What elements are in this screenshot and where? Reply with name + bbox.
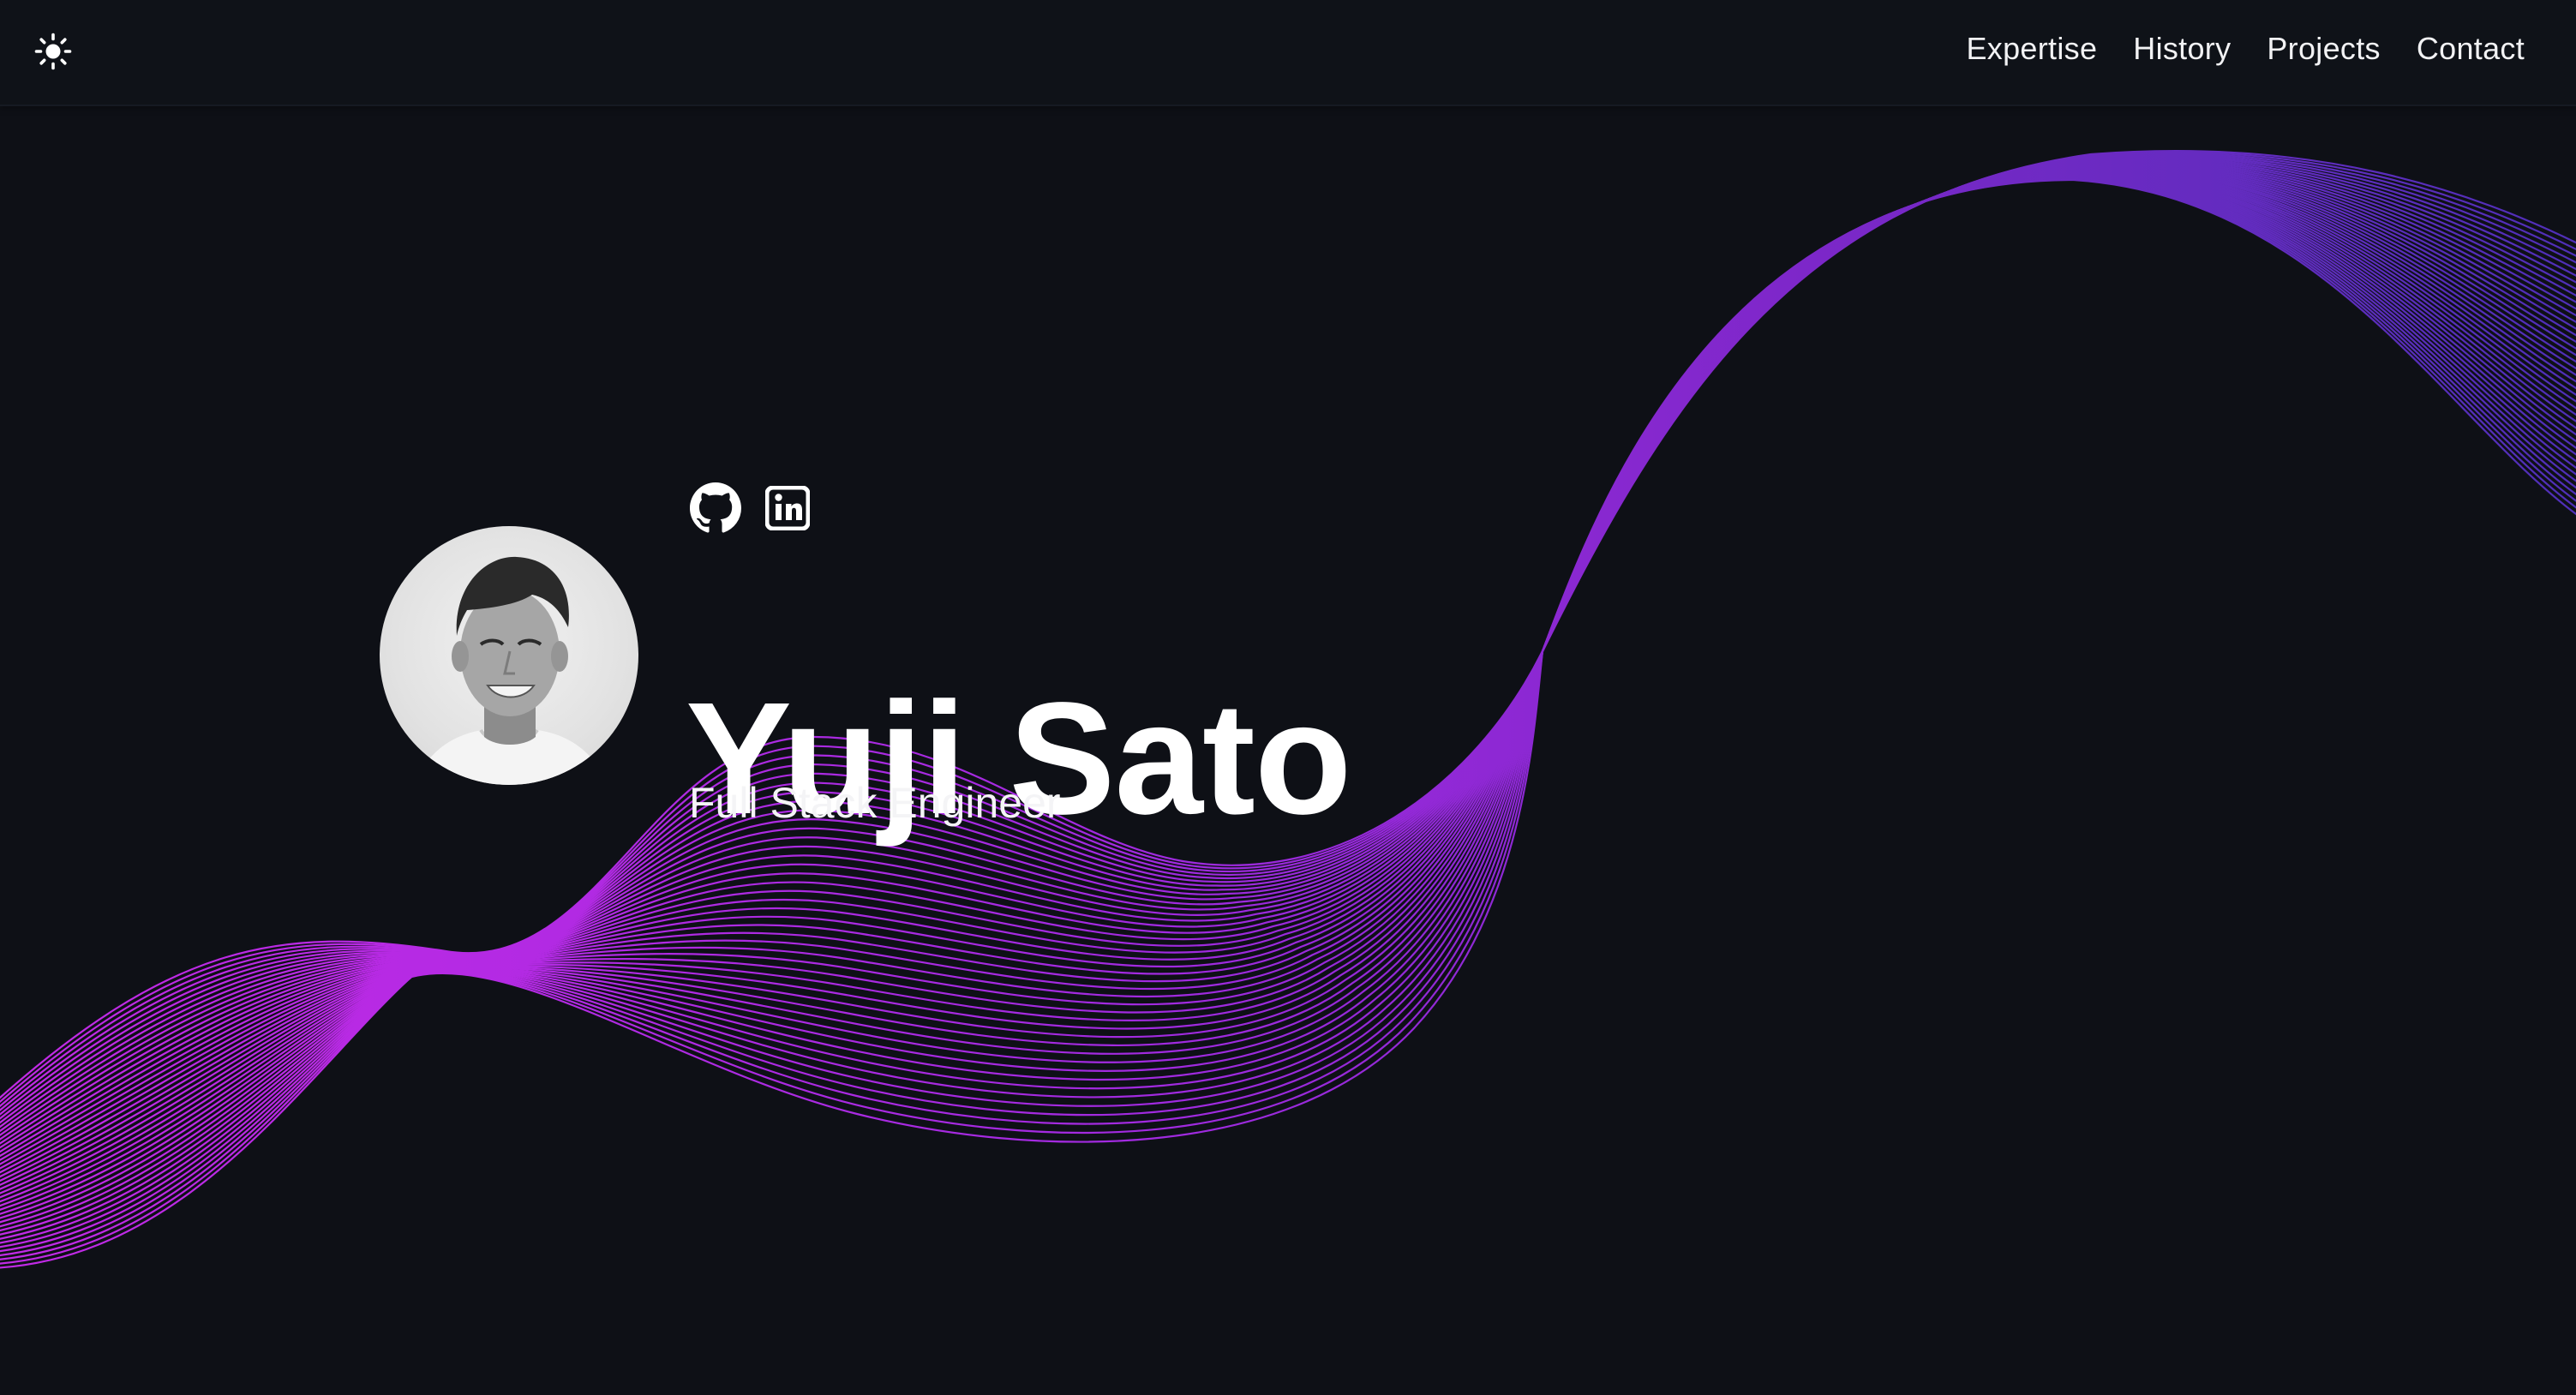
nav-link-expertise[interactable]: Expertise bbox=[1967, 31, 2098, 67]
profile-avatar bbox=[380, 526, 638, 785]
hero-job-title: Full Stack Engineer bbox=[689, 779, 1061, 827]
nav-link-projects[interactable]: Projects bbox=[2267, 31, 2380, 67]
github-link[interactable] bbox=[689, 482, 742, 535]
nav-link-contact[interactable]: Contact bbox=[2417, 31, 2525, 67]
linkedin-icon bbox=[765, 486, 810, 530]
github-icon bbox=[690, 482, 741, 533]
hero-section: Yuji Sato Full Stack Engineer bbox=[0, 0, 2576, 1395]
social-links bbox=[689, 482, 814, 535]
page: Expertise History Projects Contact Yuji … bbox=[0, 0, 2576, 1395]
theme-toggle-button[interactable] bbox=[27, 26, 79, 77]
top-navigation-bar: Expertise History Projects Contact bbox=[0, 0, 2576, 106]
linkedin-link[interactable] bbox=[761, 482, 814, 535]
main-nav: Expertise History Projects Contact bbox=[1967, 0, 2525, 98]
sun-icon bbox=[34, 33, 72, 70]
profile-photo bbox=[414, 556, 608, 785]
nav-link-history[interactable]: History bbox=[2133, 31, 2231, 67]
